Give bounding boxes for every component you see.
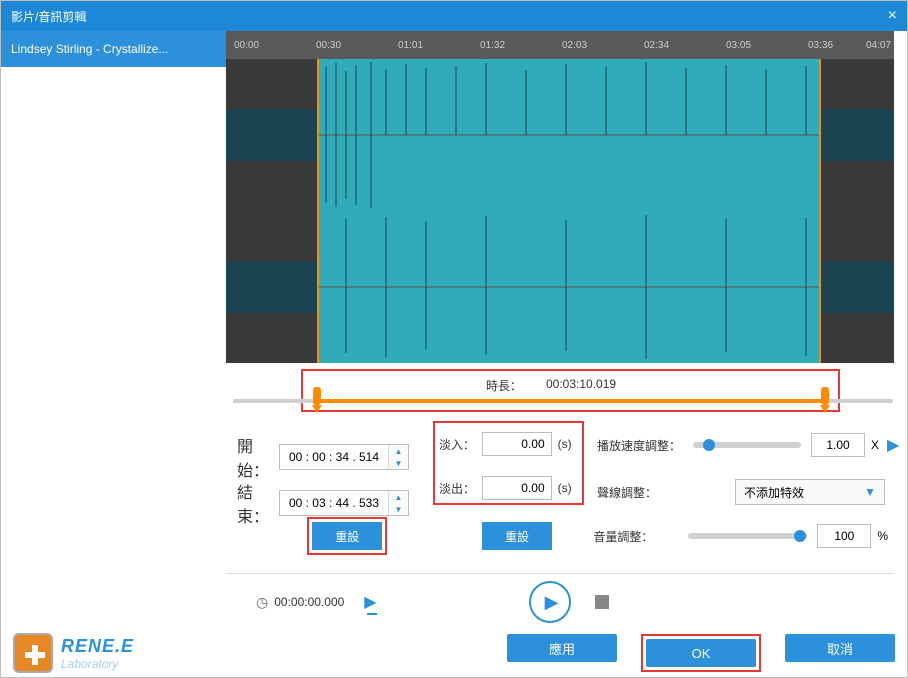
- timeline-ruler: 00:00 00:30 01:01 01:32 02:03 02:34 03:0…: [226, 31, 894, 59]
- transport-bar: ◷ 00:00:00.000 ▶ ▶: [226, 573, 894, 631]
- waveform-display[interactable]: [226, 59, 894, 363]
- timeline-tick: 02:03: [562, 40, 587, 51]
- trim-handle-end[interactable]: [819, 387, 831, 413]
- play-icon: ▶: [545, 592, 559, 613]
- apply-button[interactable]: 應用: [507, 634, 617, 662]
- clock-icon: ◷: [256, 594, 268, 611]
- logo-text-bottom: Laboratory: [61, 657, 134, 671]
- sfx-selected-value: 不添加特效: [744, 484, 804, 501]
- timeline-tick: 02:34: [644, 40, 669, 51]
- duration-label: 時長：: [486, 377, 522, 394]
- timeline-tick: 03:05: [726, 40, 751, 51]
- volume-label: 音量調整：: [593, 528, 688, 545]
- trim-slider[interactable]: [233, 397, 893, 405]
- cancel-button[interactable]: 取消: [785, 634, 895, 662]
- chevron-down-icon: ▼: [864, 485, 876, 499]
- ok-highlight-box: OK: [641, 634, 761, 672]
- file-name: Lindsey Stirling - Crystallize...: [11, 42, 168, 56]
- brand-logo: RENE.E Laboratory: [13, 633, 134, 673]
- sfx-select[interactable]: 不添加特效 ▼: [735, 479, 885, 505]
- export-icon[interactable]: ▶: [364, 592, 376, 612]
- fade-in-label: 淡入：: [439, 436, 482, 453]
- footer-bar: RENE.E Laboratory 應用 OK 取消: [1, 629, 907, 677]
- window-title: 影片/音訊剪輯: [11, 8, 86, 25]
- logo-cross-icon: [13, 633, 53, 673]
- timeline-tick: 03:36: [808, 40, 833, 51]
- timeline-tick: 00:00: [234, 40, 259, 51]
- end-time-input[interactable]: ▲▼: [279, 490, 409, 516]
- speed-value-input[interactable]: [811, 433, 865, 457]
- fade-in-input[interactable]: [482, 432, 552, 456]
- spin-up-icon[interactable]: ▲: [389, 445, 408, 457]
- title-bar: 影片/音訊剪輯 ×: [1, 1, 907, 31]
- volume-unit: %: [877, 529, 888, 543]
- fade-out-label: 淡出：: [439, 480, 482, 497]
- current-time: 00:00:00.000: [274, 595, 344, 609]
- volume-slider[interactable]: [688, 533, 807, 539]
- fade-out-input[interactable]: [482, 476, 552, 500]
- spin-down-icon[interactable]: ▼: [389, 503, 408, 515]
- volume-slider-handle[interactable]: [794, 530, 806, 542]
- fade-unit: (s): [558, 437, 578, 451]
- play-button[interactable]: ▶: [529, 581, 571, 623]
- close-icon[interactable]: ×: [888, 7, 897, 25]
- logo-text-top: RENE.E: [61, 636, 134, 657]
- speed-slider[interactable]: [693, 442, 801, 448]
- speed-slider-handle[interactable]: [703, 439, 715, 451]
- stop-button[interactable]: [595, 595, 609, 609]
- start-time-input[interactable]: ▲▼: [279, 444, 409, 470]
- spin-up-icon[interactable]: ▲: [389, 491, 408, 503]
- trim-handle-start[interactable]: [311, 387, 323, 413]
- fade-unit: (s): [558, 481, 578, 495]
- ok-button[interactable]: OK: [646, 639, 756, 667]
- timeline-tick: 00:30: [316, 40, 341, 51]
- volume-value-input[interactable]: [817, 524, 871, 548]
- spin-down-icon[interactable]: ▼: [389, 457, 408, 469]
- play-preview-icon[interactable]: ▶: [887, 435, 899, 455]
- end-time-field[interactable]: [280, 491, 388, 515]
- reset-time-button[interactable]: 重設: [312, 522, 382, 550]
- timeline-tick: 04:07: [866, 40, 891, 51]
- start-time-field[interactable]: [280, 445, 388, 469]
- duration-value: 00:03:10.019: [546, 377, 616, 391]
- start-label: 開始：: [237, 433, 279, 481]
- reset-fade-button[interactable]: 重設: [482, 522, 551, 550]
- reset-time-highlight: 重設: [307, 517, 387, 555]
- sidebar-file-item[interactable]: Lindsey Stirling - Crystallize...: [1, 31, 226, 67]
- fade-highlight-box: 淡入： (s) 淡出： (s): [433, 421, 584, 505]
- speed-unit: X: [871, 438, 879, 452]
- sfx-label: 聲線調整：: [597, 484, 693, 501]
- timeline-tick: 01:01: [398, 40, 423, 51]
- timeline-tick: 01:32: [480, 40, 505, 51]
- speed-label: 播放速度調整：: [597, 437, 693, 454]
